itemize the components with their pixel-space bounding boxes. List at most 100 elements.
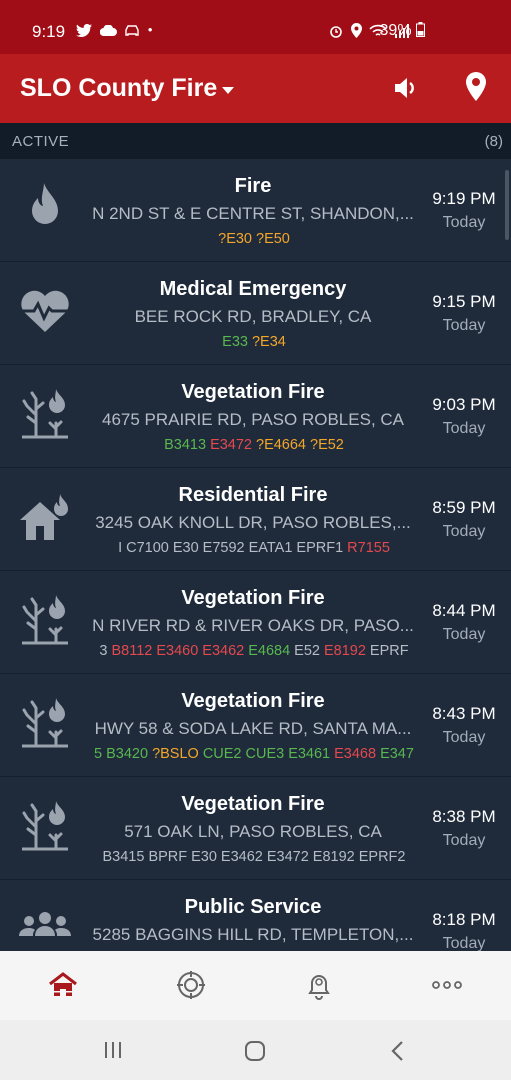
more-icon[interactable] (431, 969, 463, 1001)
incident-units: B3413 E3472 ?E4664 ?E52 (84, 437, 424, 453)
incident-type: Vegetation Fire (181, 690, 325, 712)
twitter-icon (76, 24, 92, 38)
battery-level: 39% (380, 22, 425, 40)
incident-day: Today (442, 626, 486, 643)
scrollbar[interactable] (505, 170, 509, 240)
unit-badge: 3 (99, 643, 108, 659)
incident-address: 3245 OAK KNOLL DR, PASO ROBLES,... (95, 513, 411, 532)
incident-row[interactable]: Vegetation Fire N RIVER RD & RIVER OAKS D… (0, 571, 511, 674)
incident-time: 8:44 PM (432, 601, 496, 620)
unit-badge: E30 (172, 540, 199, 556)
unit-badge: ?E30 (218, 231, 252, 247)
unit-badge: E3472 (266, 849, 309, 865)
unit-badge: E52 (294, 643, 320, 659)
home-button-icon[interactable] (244, 1040, 266, 1062)
unit-badge: E7592 (202, 540, 245, 556)
section-label: ACTIVE (12, 133, 70, 150)
incident-day: Today (442, 832, 486, 849)
incident-row[interactable]: Fire N 2ND ST & E CENTRE ST, SHANDON,...?… (0, 159, 511, 262)
incidents-home-icon[interactable] (47, 969, 79, 1001)
incident-type: Vegetation Fire (181, 793, 325, 815)
battery-percent: 39% (379, 22, 412, 39)
unit-badge: CUE2 (202, 746, 242, 762)
unit-badge: I (118, 540, 123, 556)
incident-row[interactable]: Vegetation Fire 571 OAK LN, PASO ROBLES, … (0, 777, 511, 880)
alerts-bell-icon[interactable] (303, 969, 335, 1001)
incident-type: Residential Fire (178, 484, 328, 506)
vegetation-fire-icon (16, 591, 74, 649)
incident-type: Fire (234, 175, 272, 197)
incident-units: I C7100 E30 E7592 EATA1 EPRF1 R7155 (84, 540, 424, 556)
incident-time: 8:18 PM (432, 910, 496, 929)
notification-icons: • (76, 22, 156, 38)
unit-badge: EPRF (369, 643, 409, 659)
incident-list[interactable]: Fire N 2ND ST & E CENTRE ST, SHANDON,...?… (0, 159, 511, 951)
unit-badge: E3461 (288, 746, 331, 762)
incident-row[interactable]: Residential Fire 3245 OAK KNOLL DR, PASO … (0, 468, 511, 571)
map-pin-icon[interactable] (465, 72, 487, 102)
incident-day: Today (442, 523, 486, 540)
unit-badge: R7155 (347, 540, 390, 556)
agency-selector[interactable]: SLO County Fire (20, 74, 217, 103)
unit-badge: EATA1 (248, 540, 293, 556)
speaker-icon[interactable] (392, 74, 420, 102)
system-nav-bar (0, 1020, 511, 1080)
incident-address: 5285 BAGGINS HILL RD, TEMPLETON,... (92, 925, 414, 944)
incident-address: N RIVER RD & RIVER OAKS DR, PASO... (92, 616, 414, 635)
back-icon[interactable] (390, 1040, 404, 1062)
fire-department-icon[interactable] (175, 969, 207, 1001)
incident-address: HWY 58 & SODA LAKE RD, SANTA MA... (94, 719, 412, 738)
incident-units: 3 B8112 E3460 E3462 E4684 E52 E8192 EPRF (84, 643, 424, 659)
unit-badge: B3413 (164, 437, 207, 453)
status-time: 9:19 (32, 22, 66, 41)
unit-badge: 5 (94, 746, 103, 762)
incident-type: Public Service (184, 896, 322, 918)
incident-type: Vegetation Fire (181, 381, 325, 403)
incident-time: 8:59 PM (432, 498, 496, 517)
unit-badge: E3468 (334, 746, 377, 762)
incident-time: 9:03 PM (432, 395, 496, 414)
incident-units: ?E30 ?E50 (84, 231, 424, 247)
incident-row[interactable]: Public Service 5285 BAGGINS HILL RD, TEMP… (0, 880, 511, 951)
incident-type: Vegetation Fire (181, 587, 325, 609)
bottom-nav (0, 951, 511, 1020)
incident-day: Today (442, 935, 486, 951)
incident-units: B3415 BPRF E30 E3462 E3472 E8192 EPRF2 (84, 849, 424, 865)
incident-address: N 2ND ST & E CENTRE ST, SHANDON,... (92, 204, 414, 223)
app-bar: SLO County Fire (0, 54, 511, 123)
section-count: (8) (484, 133, 503, 150)
incident-time: 8:38 PM (432, 807, 496, 826)
unit-badge: E33 (222, 334, 248, 350)
unit-badge: E8192 (312, 849, 355, 865)
incident-day: Today (442, 729, 486, 746)
unit-badge: B3415 (102, 849, 145, 865)
car-icon (125, 25, 139, 36)
unit-badge: BPRF (148, 849, 188, 865)
location-icon (350, 23, 362, 39)
unit-badge: CUE3 (245, 746, 285, 762)
unit-badge: E347 (380, 746, 414, 762)
unit-badge: EPRF2 (358, 849, 406, 865)
unit-badge: E30 (191, 849, 217, 865)
vegetation-fire-icon (16, 694, 74, 752)
alarm-icon (330, 25, 342, 38)
chevron-down-icon[interactable] (222, 87, 234, 94)
incident-time: 8:43 PM (432, 704, 496, 723)
house-fire-icon (16, 488, 74, 546)
incident-units: E33 ?E34 (84, 334, 424, 350)
incident-address: 571 OAK LN, PASO ROBLES, CA (124, 822, 382, 841)
unit-badge: C7100 (126, 540, 169, 556)
incident-row[interactable]: Medical Emergency BEE ROCK RD, BRADLEY, C… (0, 262, 511, 365)
fire-icon (16, 179, 74, 237)
unit-badge: E3460 (156, 643, 199, 659)
recent-apps-icon[interactable] (103, 1041, 123, 1059)
vegetation-fire-icon (16, 385, 74, 443)
unit-badge: B3420 (106, 746, 149, 762)
incident-row[interactable]: Vegetation Fire 4675 PRAIRIE RD, PASO ROB… (0, 365, 511, 468)
incident-row[interactable]: Vegetation Fire HWY 58 & SODA LAKE RD, SA… (0, 674, 511, 777)
status-bar: 9:19 • 39% (0, 0, 511, 54)
incident-time: 9:19 PM (432, 189, 496, 208)
incident-type: Medical Emergency (159, 278, 347, 300)
section-header: ACTIVE (8) (0, 123, 511, 159)
unit-badge: E8192 (323, 643, 366, 659)
